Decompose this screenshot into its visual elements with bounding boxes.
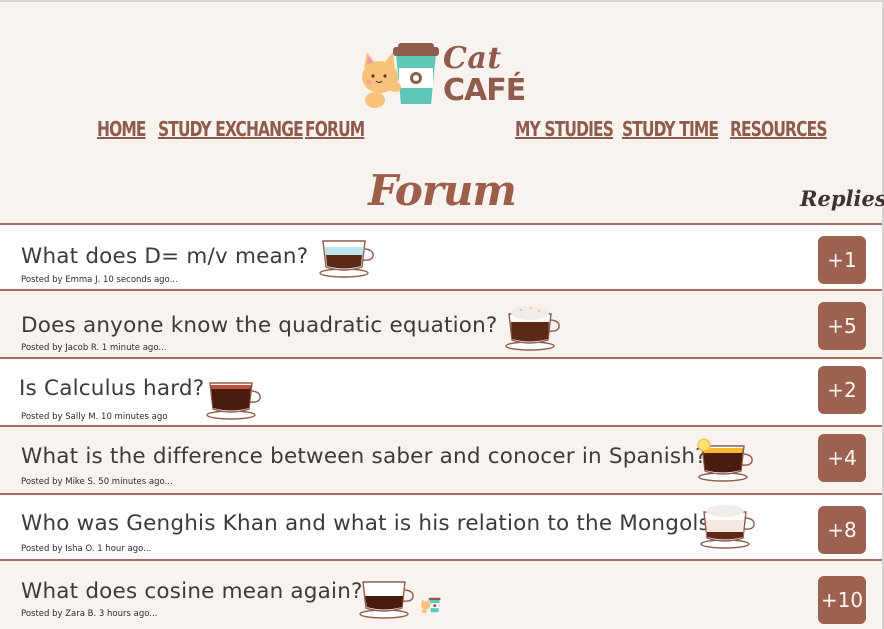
nav-resources[interactable]: Resources — [730, 117, 827, 141]
post-meta: Posted by Sally M. 10 minutes ago — [21, 412, 168, 422]
replies-badge[interactable]: +5 — [818, 302, 866, 350]
post-question[interactable]: What does D= m/v mean? — [21, 244, 308, 269]
post-meta: Posted by Isha O. 1 hour ago... — [21, 544, 152, 554]
nav-study-exchange[interactable]: Study Exchange — [158, 117, 304, 141]
cappuccino-cup-icon — [505, 306, 560, 351]
replies-badge[interactable]: +8 — [818, 506, 866, 554]
post-meta: Posted by Emma J. 10 seconds ago... — [21, 275, 178, 285]
post-question[interactable]: What is the difference between saber and… — [21, 444, 707, 469]
post-question[interactable]: Is Calculus hard? — [19, 376, 204, 401]
black-coffee-cup-icon — [206, 382, 261, 420]
lemon-tea-cup-icon — [697, 438, 753, 482]
post-meta: Posted by Jacob R. 1 minute ago... — [21, 343, 167, 353]
logo-line-1: Cat — [443, 41, 502, 76]
post-question[interactable]: Who was Genghis Khan and what is his rel… — [21, 511, 722, 536]
nav-home[interactable]: Home — [97, 117, 146, 141]
nav-study-time[interactable]: Study Time — [622, 117, 719, 141]
replies-badge[interactable]: +2 — [818, 366, 866, 414]
cat-cafe-mini-icon — [421, 597, 441, 614]
replies-badge[interactable]: +4 — [818, 434, 866, 482]
logo-line-2: CAFÉ — [443, 73, 526, 108]
nav-my-studies[interactable]: My Studies — [515, 117, 614, 141]
replies-badge[interactable]: +10 — [818, 576, 866, 624]
cat-icon — [362, 52, 398, 108]
logo-text: Cat CAFÉ — [443, 41, 526, 108]
post-question[interactable]: What does cosine mean again? — [21, 579, 363, 604]
replies-badge[interactable]: +1 — [818, 236, 866, 284]
iced-coffee-cup-icon — [319, 240, 374, 278]
post-question[interactable]: Does anyone know the quadratic equation? — [21, 313, 498, 338]
page-title: Forum — [368, 166, 517, 215]
replies-header: Replies — [800, 186, 884, 211]
latte-cup-icon — [700, 505, 755, 549]
post-meta: Posted by Zara B. 3 hours ago... — [21, 609, 158, 619]
nav-forum[interactable]: Forum — [305, 117, 365, 141]
espresso-cup-icon — [359, 581, 414, 619]
post-meta: Posted by Mike S. 50 minutes ago... — [21, 477, 173, 487]
